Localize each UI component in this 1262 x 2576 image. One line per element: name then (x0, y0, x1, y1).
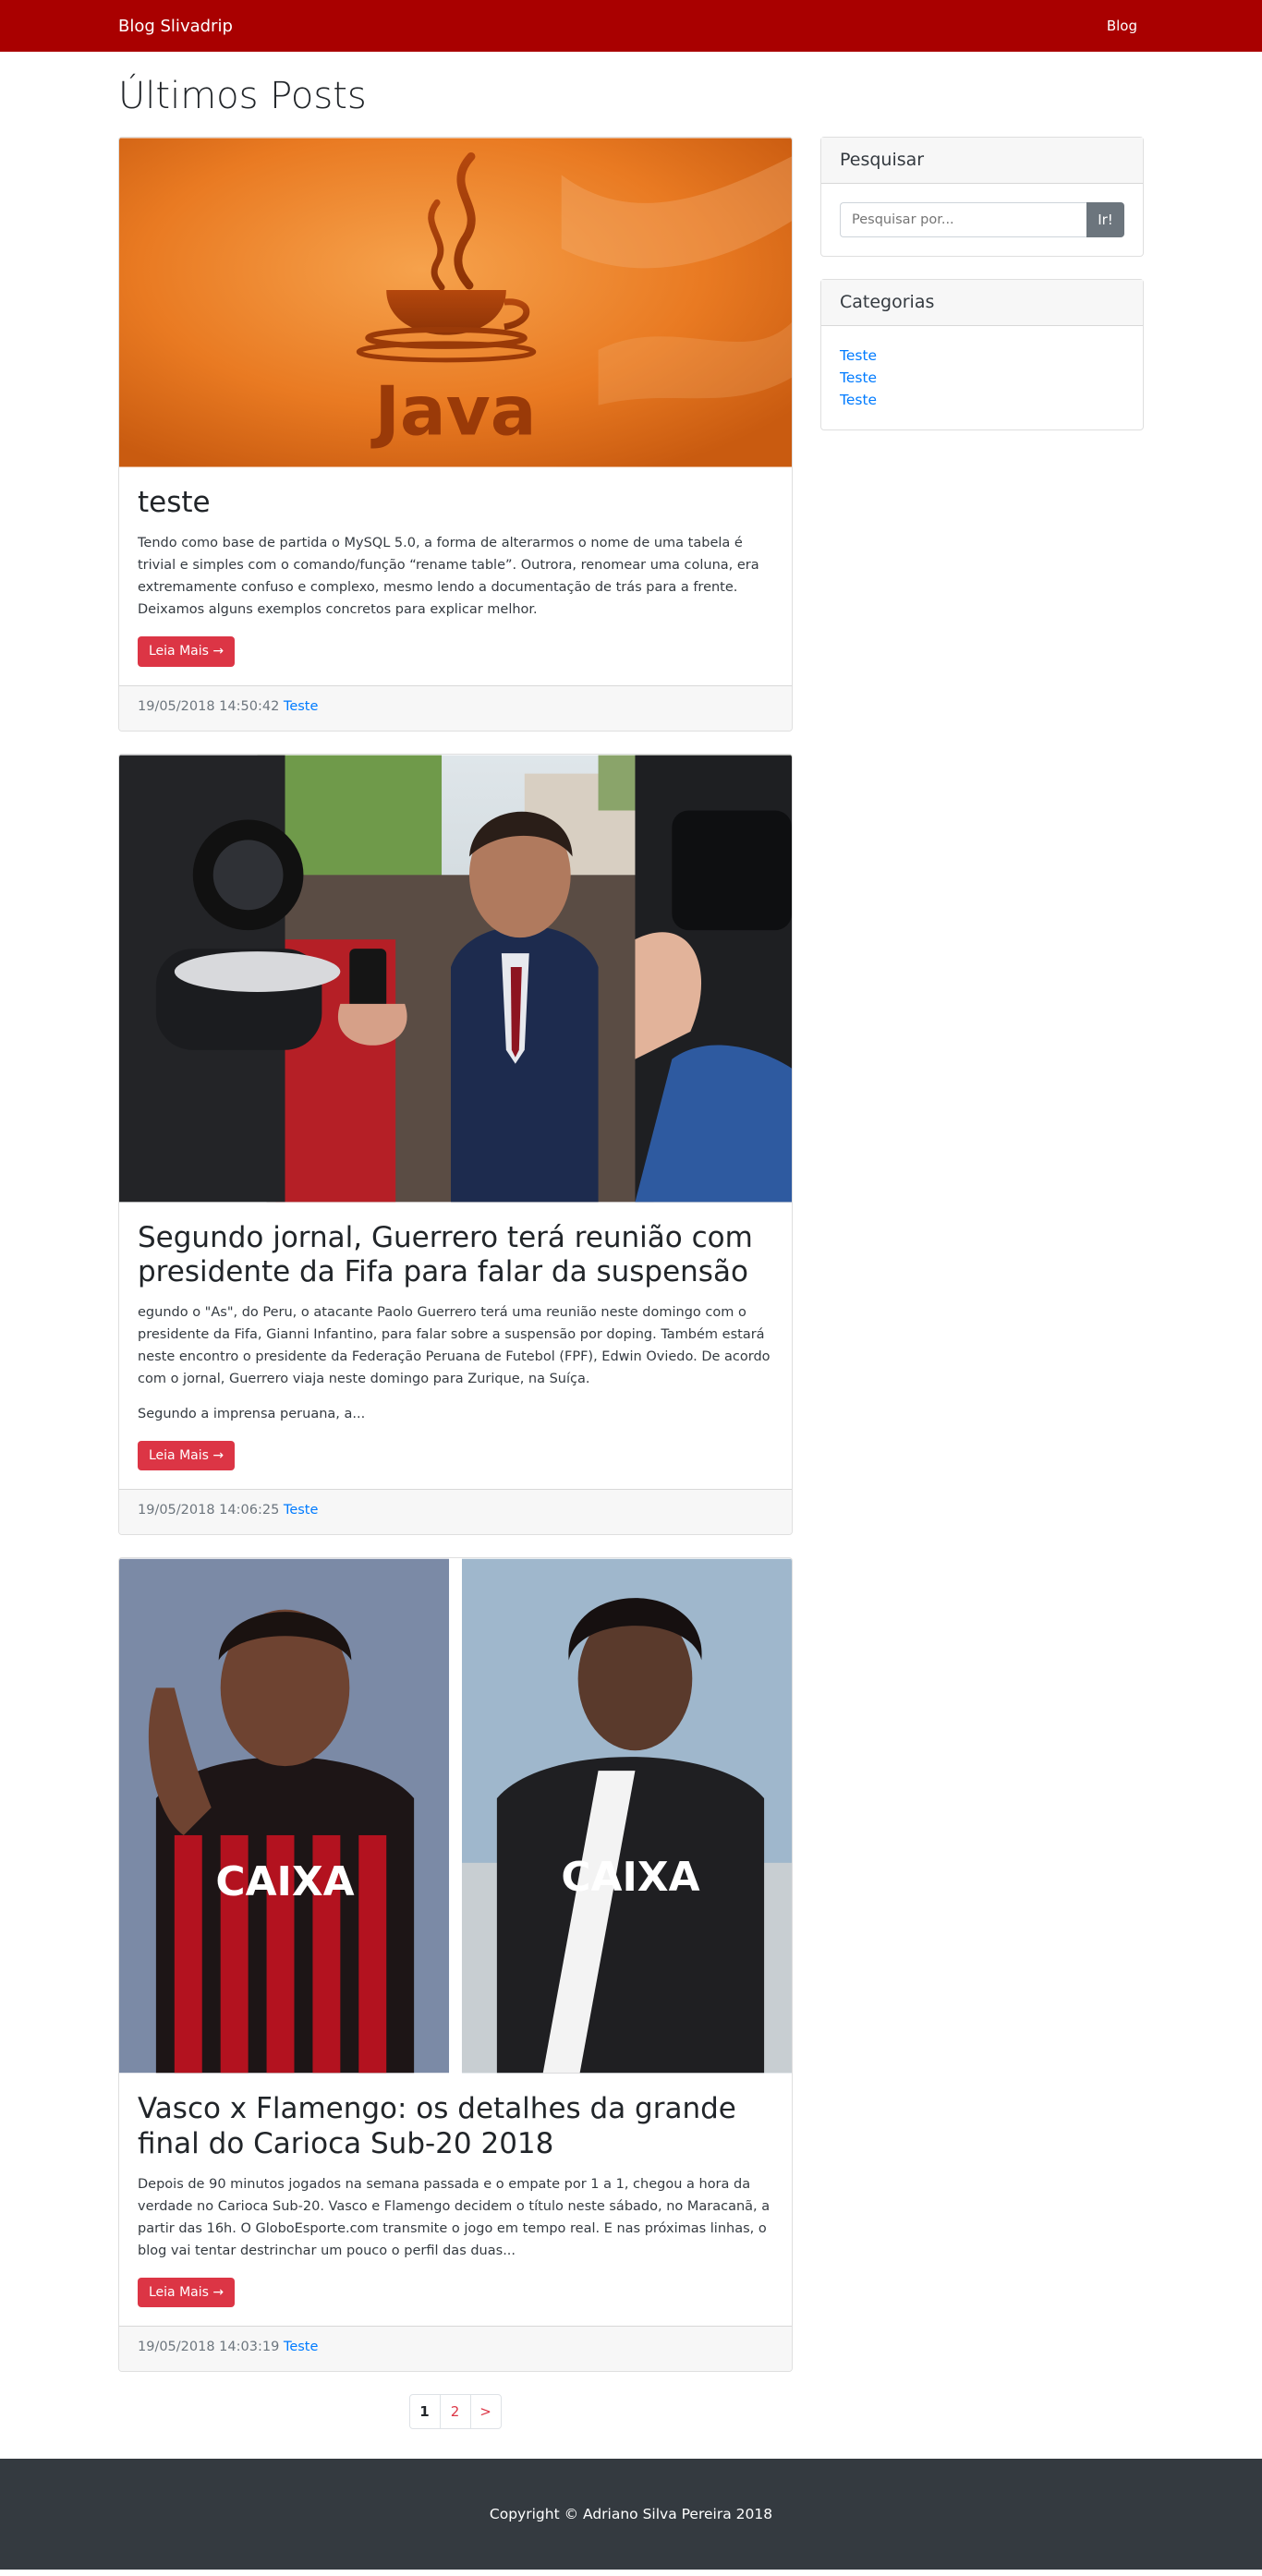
svg-text:CAIXA: CAIXA (561, 1854, 699, 1901)
posts-column: Java teste Tendo como base de partida o … (118, 137, 793, 2459)
navbar-inner: Blog Slivadrip Blog (118, 14, 1144, 39)
navbar: Blog Slivadrip Blog (0, 0, 1262, 52)
nav-link-blog[interactable]: Blog (1107, 16, 1137, 37)
search-group: Ir! (840, 202, 1124, 237)
category-link[interactable]: Teste (840, 369, 877, 386)
post-footer: 19/05/2018 14:50:42 Teste (119, 684, 792, 731)
post-excerpt-continued: Segundo a imprensa peruana, a... (138, 1406, 366, 1421)
post-date: 19/05/2018 14:03:19 (138, 2340, 280, 2355)
post-card: Segundo jornal, Guerrero terá reunião co… (118, 753, 793, 1536)
category-link[interactable]: Teste (840, 392, 877, 408)
category-item: Teste (840, 345, 1124, 367)
search-widget-body: Ir! (821, 184, 1143, 256)
post-category-link[interactable]: Teste (284, 1503, 318, 1518)
post-body: teste Tendo como base de partida o MySQL… (119, 467, 792, 685)
post-body: Vasco x Flamengo: os detalhes da grande … (119, 2074, 792, 2326)
categories-list: Teste Teste Teste (840, 345, 1124, 411)
search-widget-title: Pesquisar (821, 138, 1143, 184)
svg-text:Java: Java (370, 373, 536, 452)
read-more-button[interactable]: Leia Mais → (138, 1440, 236, 1471)
post-excerpt: Depois de 90 minutos jogados na semana p… (138, 2176, 771, 2258)
categories-widget: Categorias Teste Teste Teste (820, 279, 1144, 430)
post-image-press[interactable] (119, 755, 792, 1203)
post-footer: 19/05/2018 14:03:19 Teste (119, 2326, 792, 2372)
svg-text:CAIXA: CAIXA (215, 1858, 354, 1905)
post-date: 19/05/2018 14:50:42 (138, 698, 280, 714)
search-input[interactable] (840, 202, 1086, 237)
category-link[interactable]: Teste (840, 347, 877, 364)
categories-widget-body: Teste Teste Teste (821, 326, 1143, 429)
post-title[interactable]: teste (138, 486, 773, 520)
post-footer: 19/05/2018 14:06:25 Teste (119, 1489, 792, 1535)
post-image-football[interactable]: CAIXA CAIXA (119, 1558, 792, 2074)
footer-copyright: Copyright © Adriano Silva Pereira 2018 (489, 2505, 773, 2522)
main-container: Últimos Posts Java teste Tendo como base… (118, 70, 1144, 2459)
page-link-2[interactable]: 2 (439, 2394, 471, 2430)
pagination: 1 2 > (118, 2394, 793, 2430)
read-more-button[interactable]: Leia Mais → (138, 2277, 236, 2308)
post-title[interactable]: Segundo jornal, Guerrero terá reunião co… (138, 1221, 773, 1289)
post-card: CAIXA CAIXA Vasco x Flamengo: os detalhe… (118, 1557, 793, 2373)
search-widget: Pesquisar Ir! (820, 137, 1144, 257)
post-category-link[interactable]: Teste (284, 2340, 318, 2354)
page-title: Últimos Posts (118, 75, 367, 117)
sidebar: Pesquisar Ir! Categorias Teste Teste Tes… (820, 137, 1144, 2459)
page-link-next[interactable]: > (469, 2394, 502, 2430)
post-excerpt: egundo o "As", do Peru, o atacante Paolo… (138, 1305, 771, 1386)
read-more-button[interactable]: Leia Mais → (138, 635, 236, 667)
post-title[interactable]: Vasco x Flamengo: os detalhes da grande … (138, 2092, 773, 2160)
content-row: Java teste Tendo como base de partida o … (118, 137, 1144, 2459)
post-body: Segundo jornal, Guerrero terá reunião co… (119, 1203, 792, 1490)
categories-widget-title: Categorias (821, 280, 1143, 326)
category-item: Teste (840, 389, 1124, 411)
category-item: Teste (840, 367, 1124, 389)
post-excerpt: Tendo como base de partida o MySQL 5.0, … (138, 536, 759, 617)
post-image-java[interactable]: Java (119, 138, 792, 467)
post-card: Java teste Tendo como base de partida o … (118, 137, 793, 732)
post-category-link[interactable]: Teste (284, 699, 318, 714)
page-link-1[interactable]: 1 (408, 2394, 441, 2430)
brand-link[interactable]: Blog Slivadrip (118, 14, 233, 39)
search-button[interactable]: Ir! (1086, 202, 1124, 237)
post-date: 19/05/2018 14:06:25 (138, 1503, 280, 1518)
footer: Copyright © Adriano Silva Pereira 2018 (0, 2459, 1262, 2570)
